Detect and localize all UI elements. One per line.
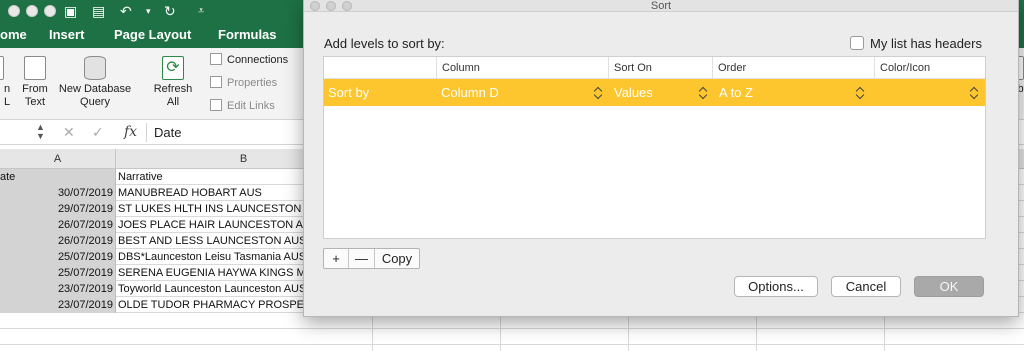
sort-on-select-value: Values [614, 85, 653, 100]
date-cell[interactable]: 26/07/2019 [0, 217, 116, 233]
cancel-button[interactable]: Cancel [831, 276, 901, 297]
refresh-all-label-1: Refresh [153, 83, 193, 95]
column-select-chevron-icon [594, 86, 603, 100]
date-cell[interactable]: 26/07/2019 [0, 233, 116, 249]
column-header-sort-on: Sort On [608, 57, 712, 79]
sort-on-select-chevron-icon [699, 86, 708, 100]
database-icon [84, 56, 106, 80]
column-header-a[interactable]: A [0, 149, 116, 169]
redo-icon[interactable]: ↻ [164, 2, 176, 20]
connections-icon [210, 53, 222, 65]
formula-input[interactable]: Date [154, 125, 181, 140]
order-select-chevron-icon [856, 86, 865, 100]
narrative-cell[interactable]: Toyworld Launceston Launceston AUS [116, 281, 306, 297]
tab-home[interactable]: ome [0, 27, 27, 42]
level-buttons: + — Copy [323, 248, 420, 269]
levels-label: Add levels to sort by: [324, 36, 445, 51]
connections-button[interactable]: Connections [210, 53, 288, 66]
new-database-query-label-1: New Database [58, 83, 132, 95]
table-row [0, 329, 1024, 345]
date-cell[interactable]: 30/07/2019 [0, 185, 116, 201]
sort-dialog: Sort Add levels to sort by: My list has … [303, 0, 1019, 317]
dialog-zoom-control[interactable] [342, 1, 352, 11]
narrative-cell[interactable]: DBS*Launceston Leisu Tasmania AUS [116, 249, 306, 265]
formula-divider [146, 123, 147, 142]
order-select-value: A to Z [719, 85, 753, 100]
from-text-button[interactable]: From Text [18, 56, 52, 109]
column-header-column: Column [436, 57, 608, 79]
edit-links-label: Edit Links [227, 100, 275, 112]
date-cell[interactable]: 25/07/2019 [0, 265, 116, 281]
cancel-entry-icon[interactable]: ✕ [63, 124, 75, 141]
color-icon-select-chevron-icon [970, 86, 979, 100]
sort-on-select[interactable]: Values [610, 79, 712, 106]
properties-label: Properties [227, 77, 278, 89]
dialog-title-bar: Sort [304, 0, 1018, 12]
window-zoom-control[interactable] [44, 5, 56, 17]
from-text-label-2: Text [24, 96, 46, 108]
ribbon-button-partial[interactable]: n L [0, 56, 14, 109]
my-list-has-headers-checkbox[interactable] [850, 36, 864, 50]
enter-entry-icon[interactable]: ✓ [92, 124, 104, 141]
dialog-close-control[interactable] [310, 1, 320, 11]
edit-links-button[interactable]: Edit Links [210, 99, 275, 112]
sort-levels-table: Column Sort On Order Color/Icon Sort by … [323, 56, 986, 239]
properties-icon [210, 76, 222, 88]
new-database-query-label-2: Query [80, 96, 110, 108]
my-list-has-headers-label[interactable]: My list has headers [870, 36, 982, 51]
document-icon [0, 56, 4, 80]
connections-label: Connections [227, 54, 289, 66]
ribbon-button-partial-label-1: n [3, 83, 11, 95]
narrative-cell[interactable]: OLDE TUDOR PHARMACY PROSPECT A [116, 297, 306, 313]
order-select[interactable]: A to Z [715, 79, 875, 106]
new-database-query-button[interactable]: New Database Query [56, 56, 134, 109]
options-button[interactable]: Options... [734, 276, 818, 297]
narrative-cell[interactable]: BEST AND LESS LAUNCESTON AUS [116, 233, 306, 249]
color-icon-select[interactable] [876, 79, 985, 106]
save-icon[interactable]: ▤ [92, 2, 105, 20]
insert-function-icon[interactable]: fx [124, 124, 137, 140]
ok-button[interactable]: OK [914, 276, 984, 297]
tab-page-layout[interactable]: Page Layout [114, 27, 191, 42]
column-select[interactable]: Column D [437, 79, 609, 106]
table-icon[interactable]: ▣ [64, 2, 77, 20]
undo-dropdown-icon[interactable]: ▾ [146, 2, 151, 20]
sort-by-label: Sort by [328, 85, 370, 100]
tab-formulas[interactable]: Formulas [218, 27, 277, 42]
column-select-value: Column D [441, 85, 499, 100]
date-cell[interactable]: 23/07/2019 [0, 281, 116, 297]
refresh-all-button[interactable]: ⟳ Refresh All [148, 56, 198, 109]
cell-narrative-header[interactable]: Narrative [116, 169, 306, 185]
copy-level-button[interactable]: Copy [375, 249, 419, 268]
undo-icon[interactable]: ↶ [120, 2, 132, 20]
date-cell[interactable]: 23/07/2019 [0, 297, 116, 313]
sort-levels-header: Column Sort On Order Color/Icon [324, 57, 985, 79]
narrative-cell[interactable]: SERENA EUGENIA HAYWA KINGS ME [116, 265, 306, 281]
dialog-minimize-control[interactable] [326, 1, 336, 11]
properties-button[interactable]: Properties [210, 76, 277, 89]
dialog-title: Sort [650, 0, 672, 12]
window-minimize-control[interactable] [26, 5, 38, 17]
column-header-color-icon: Color/Icon [874, 57, 985, 79]
from-text-label-1: From [22, 83, 48, 95]
narrative-cell[interactable]: MANUBREAD HOBART AUS [116, 185, 306, 201]
remove-level-button[interactable]: — [349, 249, 375, 268]
add-level-button[interactable]: + [324, 249, 349, 268]
edit-links-icon [210, 99, 222, 111]
customize-toolbar-icon[interactable]: ⩡ [198, 2, 204, 20]
cell-date-header[interactable]: ate [0, 169, 116, 185]
refresh-all-label-2: All [166, 96, 180, 108]
sort-level-row[interactable]: Sort by Column D Values A to Z [324, 79, 985, 106]
column-header-order: Order [712, 57, 874, 79]
refresh-icon: ⟳ [162, 56, 184, 80]
date-cell[interactable]: 25/07/2019 [0, 249, 116, 265]
narrative-cell[interactable]: JOES PLACE HAIR LAUNCESTON AUS [116, 217, 306, 233]
tab-insert[interactable]: Insert [49, 27, 84, 42]
date-cell[interactable]: 29/07/2019 [0, 201, 116, 217]
name-box-stepper-icon[interactable]: ▲ ▼ [36, 123, 45, 141]
ribbon-button-partial-label-2: L [3, 96, 11, 108]
text-file-icon [24, 56, 46, 80]
narrative-cell[interactable]: ST LUKES HLTH INS LAUNCESTON AUS [116, 201, 306, 217]
window-close-control[interactable] [8, 5, 20, 17]
